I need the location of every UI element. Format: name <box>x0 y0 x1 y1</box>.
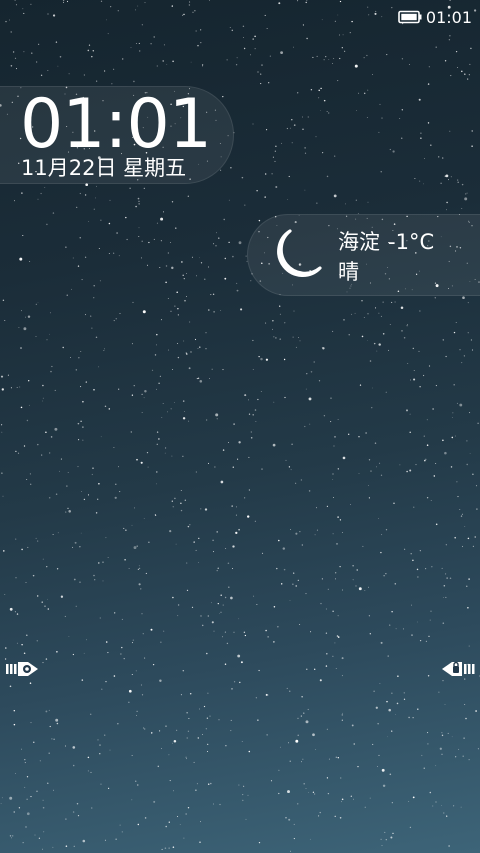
camera-arrow-icon[interactable] <box>4 656 40 682</box>
weather-widget[interactable]: 海淀 -1°C 晴 <box>247 214 480 296</box>
weather-location: 海淀 <box>338 230 380 254</box>
weather-location-line: 海淀 -1°C <box>338 229 434 255</box>
clock-widget[interactable]: 01:01 11月22日 星期五 <box>0 86 234 184</box>
weather-condition: 晴 <box>338 260 359 284</box>
status-time: 01:01 <box>425 7 472 27</box>
moon-icon <box>277 229 322 277</box>
battery-icon <box>398 10 422 24</box>
weather-temperature: -1°C <box>388 230 435 254</box>
clock-date: 11月22日 星期五 <box>21 156 187 180</box>
unlock-arrow-icon[interactable] <box>440 656 476 682</box>
lock-screen[interactable]: 01:01 01:01 11月22日 星期五 海淀 -1°C 晴 <box>0 0 480 853</box>
status-bar: 01:01 <box>398 6 472 28</box>
clock-time: 01:01 <box>20 85 212 164</box>
